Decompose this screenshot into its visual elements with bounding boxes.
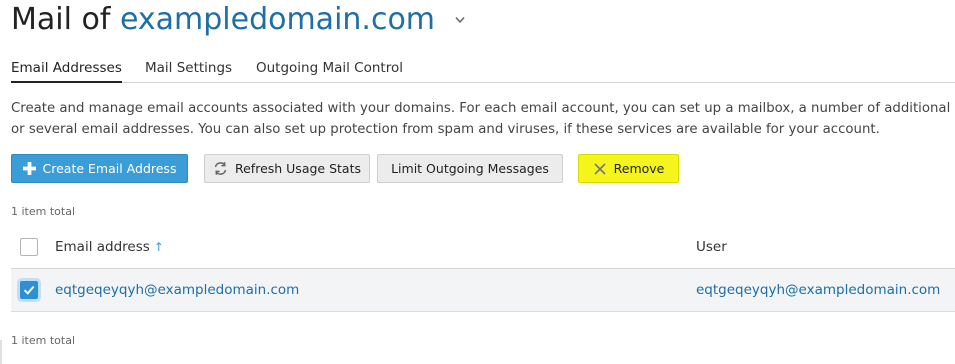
tab-mail-settings[interactable]: Mail Settings — [145, 60, 232, 81]
description-line-1: Create and manage email accounts associa… — [11, 101, 955, 116]
tab-outgoing-mail-control[interactable]: Outgoing Mail Control — [256, 60, 403, 81]
page-description: Create and manage email accounts associa… — [11, 98, 955, 140]
remove-button-label: Remove — [613, 161, 665, 176]
row-checkbox[interactable] — [20, 281, 38, 299]
column-header-email[interactable]: Email address ↑ — [55, 239, 164, 255]
remove-button[interactable]: Remove — [578, 154, 679, 183]
chevron-down-icon[interactable] — [455, 0, 465, 39]
select-all-checkbox[interactable] — [20, 238, 38, 256]
domain-switcher[interactable]: exampledomain.com — [120, 2, 435, 37]
tab-email-addresses[interactable]: Email Addresses — [11, 60, 122, 83]
table-header: Email address ↑ User — [11, 228, 955, 269]
user-link[interactable]: eqtgeqeyqyh@exampledomain.com — [696, 282, 940, 298]
create-button-label: Create Email Address — [42, 161, 177, 176]
refresh-button-label: Refresh Usage Stats — [234, 161, 361, 176]
description-line-2: or several email addresses. You can also… — [11, 122, 880, 137]
checkmark-icon — [23, 285, 35, 295]
page-title-prefix: Mail of — [11, 2, 111, 37]
refresh-usage-stats-button[interactable]: Refresh Usage Stats — [204, 154, 370, 183]
limit-outgoing-messages-button[interactable]: Limit Outgoing Messages — [377, 154, 563, 183]
column-header-user: User — [696, 239, 727, 255]
page-title: Mail of exampledomain.com — [11, 0, 465, 44]
item-count-bottom: 1 item total — [11, 334, 75, 347]
left-panel-edge — [0, 340, 2, 364]
refresh-icon — [213, 161, 228, 176]
create-email-address-button[interactable]: Create Email Address — [11, 154, 188, 183]
plus-icon — [22, 162, 36, 175]
tab-bar: Email Addresses Mail Settings Outgoing M… — [11, 56, 955, 83]
remove-x-icon — [593, 162, 607, 176]
limit-button-label: Limit Outgoing Messages — [391, 161, 549, 176]
column-header-email-label: Email address — [55, 239, 150, 255]
email-address-link[interactable]: eqtgeqeyqyh@exampledomain.com — [55, 282, 299, 298]
item-count-top: 1 item total — [11, 205, 75, 218]
sort-ascending-icon: ↑ — [153, 240, 164, 254]
table-row: eqtgeqeyqyh@exampledomain.com eqtgeqeyqy… — [11, 269, 955, 312]
